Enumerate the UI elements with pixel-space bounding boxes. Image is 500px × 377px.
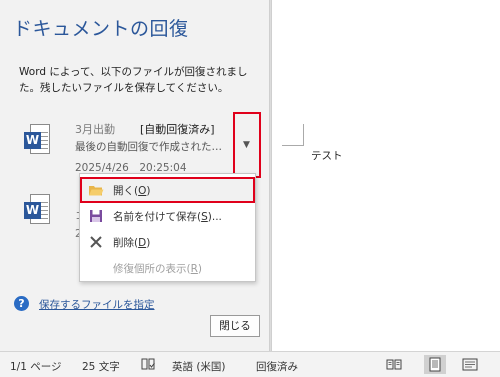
menu-item-delete[interactable]: 削除(D)	[80, 229, 255, 255]
chevron-down-icon: ▼	[243, 140, 250, 150]
help-icon[interactable]: ?	[14, 296, 29, 311]
delete-x-icon	[88, 234, 104, 250]
menu-item-show-repairs[interactable]: 修復個所の表示(R)	[80, 255, 255, 281]
menu-item-save-as[interactable]: 名前を付けて保存(S)...	[80, 203, 255, 229]
close-button[interactable]: 閉じる	[210, 315, 260, 337]
open-folder-icon	[88, 182, 104, 198]
word-count[interactable]: 25 文字	[82, 359, 120, 374]
status-bar: 1/1 ページ 25 文字 英語 (米国) 回復済み	[0, 351, 500, 377]
pane-divider	[271, 0, 272, 351]
file-options-dropdown-button[interactable]: ▼	[233, 112, 261, 178]
crop-mark-vertical	[303, 124, 304, 146]
pane-title: ドキュメントの回復	[13, 18, 189, 40]
file-context-menu: 開く(O) 名前を付けて保存(S)... 削除(D) 修復個所の表示(R)	[79, 173, 256, 282]
help-link[interactable]: 保存するファイルを指定	[39, 297, 155, 312]
recovered-file-name[interactable]: 3月出勤	[75, 121, 115, 137]
crop-mark-horizontal	[282, 145, 303, 146]
web-layout-icon[interactable]	[462, 357, 478, 372]
word-doc-icon: W	[24, 194, 50, 226]
page-count[interactable]: 1/1 ページ	[10, 359, 62, 374]
language-indicator[interactable]: 英語 (米国)	[172, 359, 226, 374]
save-as-icon	[88, 208, 104, 224]
recovered-file-status: [自動回復済み]	[140, 123, 215, 136]
print-layout-icon[interactable]	[424, 355, 446, 374]
proofing-book-icon[interactable]	[140, 357, 156, 372]
document-page[interactable]	[271, 0, 500, 351]
recovered-file-description: 最後の自動回復で作成された…	[75, 141, 222, 153]
word-doc-icon: W	[24, 124, 50, 156]
menu-item-open[interactable]: 開く(O)	[80, 177, 255, 203]
document-text[interactable]: テスト	[311, 148, 343, 163]
pane-description: Word によって、以下のファイルが回復されました。残したいファイルを保存してく…	[19, 66, 248, 94]
read-mode-icon[interactable]	[386, 357, 402, 372]
recovery-status: 回復済み	[256, 361, 298, 373]
